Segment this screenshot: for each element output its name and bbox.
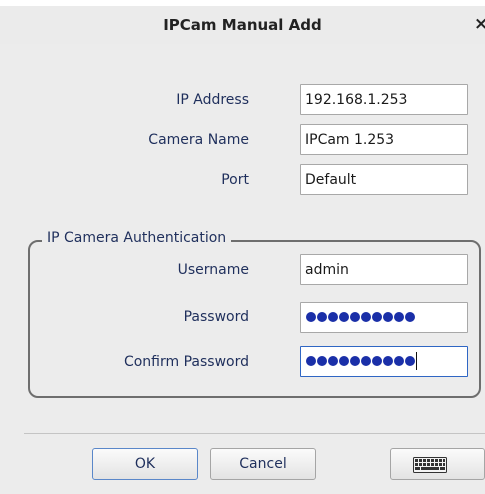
mask-dot: [306, 312, 316, 322]
cancel-button[interactable]: Cancel: [210, 448, 316, 480]
text-caret: [416, 352, 417, 370]
ip-address-label: IP Address: [176, 92, 249, 108]
username-input[interactable]: [300, 254, 468, 285]
mask-dot: [339, 356, 349, 366]
password-label: Password: [183, 309, 249, 325]
mask-dot: [394, 356, 404, 366]
mask-dot: [328, 356, 338, 366]
mask-dot: [361, 356, 371, 366]
mask-dot: [328, 312, 338, 322]
close-icon[interactable]: ×: [474, 14, 485, 34]
keyboard-icon: [413, 457, 447, 473]
title-bar: IPCam Manual Add ×: [0, 6, 485, 44]
username-label: Username: [177, 262, 249, 278]
window-title: IPCam Manual Add: [163, 16, 322, 34]
mask-dot: [317, 312, 327, 322]
mask-dot: [394, 312, 404, 322]
mask-dot: [350, 312, 360, 322]
mask-dot: [361, 312, 371, 322]
confirm-password-mask: [306, 356, 416, 368]
confirm-password-input[interactable]: [300, 346, 468, 377]
port-input[interactable]: [300, 164, 468, 195]
password-mask: [306, 312, 416, 324]
camera-name-label: Camera Name: [148, 132, 249, 148]
separator: [24, 433, 485, 434]
mask-dot: [383, 356, 393, 366]
mask-dot: [405, 312, 415, 322]
mask-dot: [306, 356, 316, 366]
password-input[interactable]: [300, 302, 468, 333]
auth-legend: IP Camera Authentication: [42, 230, 232, 246]
mask-dot: [350, 356, 360, 366]
mask-dot: [383, 312, 393, 322]
mask-dot: [339, 312, 349, 322]
mask-dot: [372, 356, 382, 366]
ok-button[interactable]: OK: [92, 448, 198, 480]
keyboard-button[interactable]: [390, 448, 485, 480]
confirm-password-label: Confirm Password: [123, 354, 249, 370]
camera-name-input[interactable]: [300, 124, 468, 155]
ip-address-input[interactable]: [300, 84, 468, 115]
port-label: Port: [221, 172, 249, 188]
mask-dot: [372, 312, 382, 322]
mask-dot: [405, 356, 415, 366]
mask-dot: [317, 356, 327, 366]
dialog-body: IP Address Camera Name Port IP Camera Au…: [0, 44, 485, 494]
